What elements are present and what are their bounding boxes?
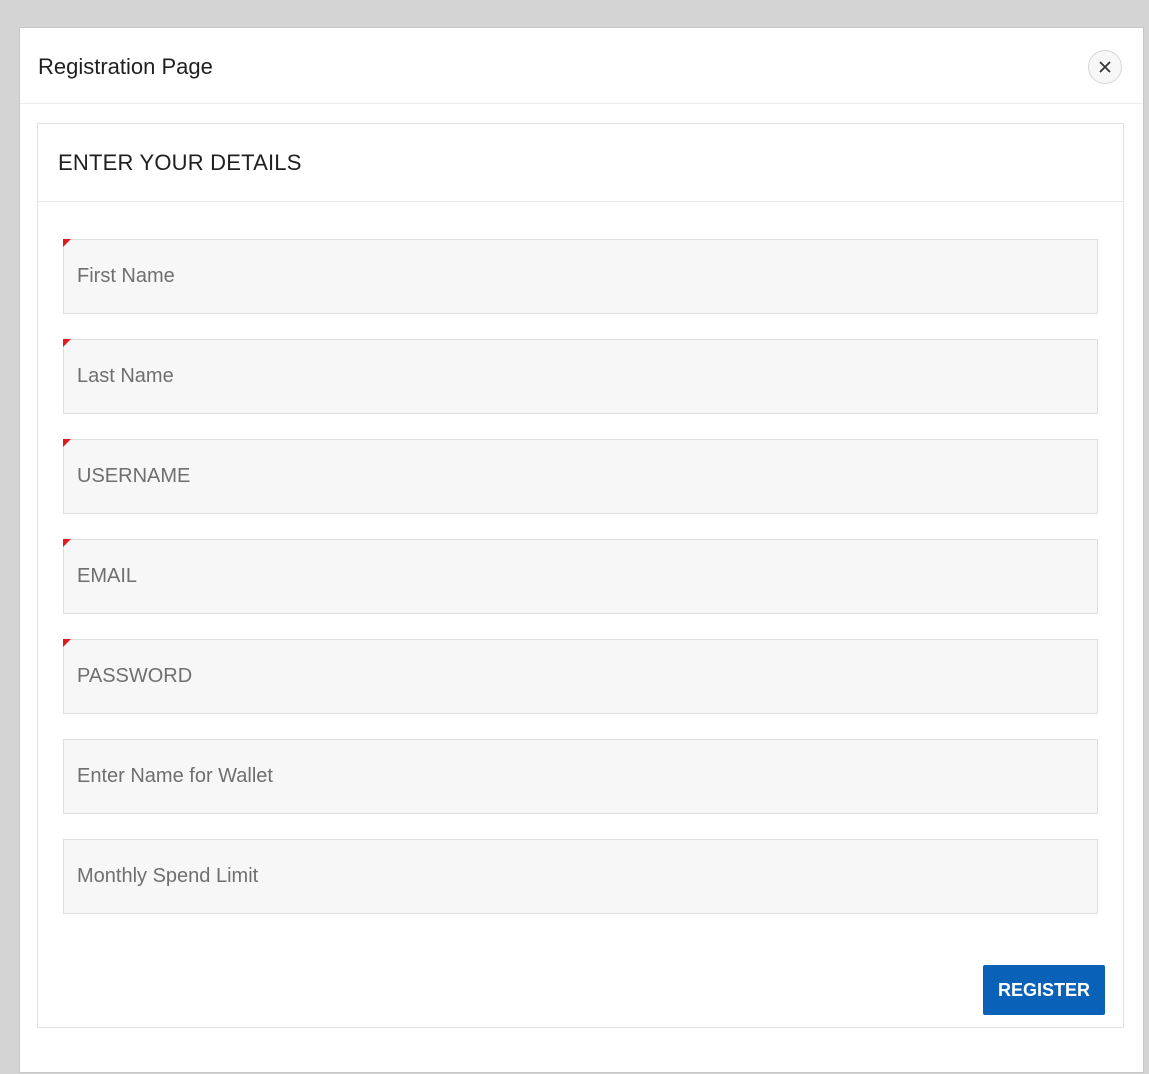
- email-input[interactable]: [64, 540, 1097, 613]
- monthly-spend-limit-field: [63, 839, 1098, 914]
- close-icon: [1099, 61, 1111, 73]
- email-field: [63, 539, 1098, 614]
- close-button[interactable]: [1088, 50, 1122, 84]
- registration-dialog: Registration Page ENTER YOUR DETAILS Fir…: [20, 28, 1143, 1072]
- dialog-title: Registration Page: [38, 54, 213, 79]
- username-input[interactable]: [64, 440, 1097, 513]
- wallet-name-field: [63, 739, 1098, 814]
- first-name-input[interactable]: [64, 240, 1097, 313]
- last-name-field: [63, 339, 1098, 414]
- username-field: [63, 439, 1098, 514]
- first-name-field: [63, 239, 1098, 314]
- password-input[interactable]: [64, 640, 1097, 713]
- region-title: ENTER YOUR DETAILS: [58, 150, 302, 175]
- wallet-name-input[interactable]: [64, 740, 1097, 813]
- password-field: [63, 639, 1098, 714]
- monthly-spend-limit-input[interactable]: [64, 840, 1097, 913]
- dialog-header: Registration Page: [20, 28, 1143, 104]
- region-header: ENTER YOUR DETAILS: [38, 124, 1123, 202]
- last-name-input[interactable]: [64, 340, 1097, 413]
- details-region: ENTER YOUR DETAILS REGISTER: [37, 123, 1124, 1028]
- register-button[interactable]: REGISTER: [983, 965, 1105, 1015]
